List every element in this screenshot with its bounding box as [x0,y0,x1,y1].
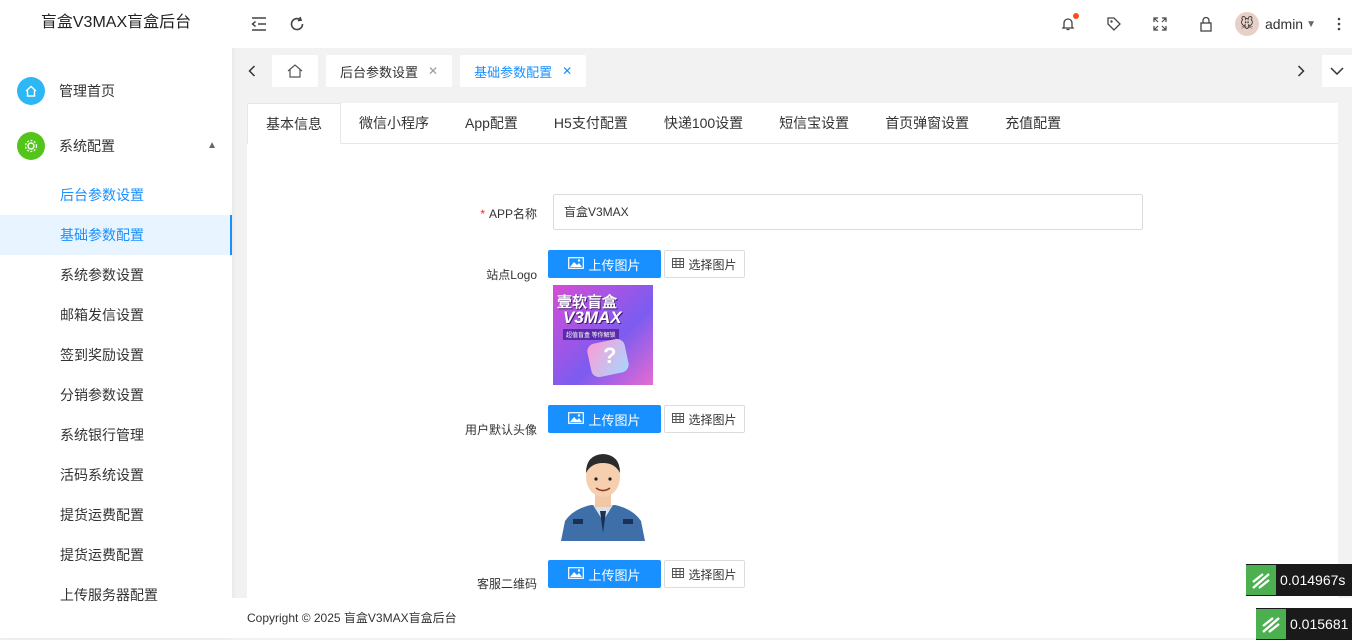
gear-icon [17,131,45,160]
tab-recharge[interactable]: 充值配置 [987,103,1079,143]
sidebar-item-bank-management[interactable]: 系统银行管理 [0,415,232,455]
debug-timer-2-value: 0.015681 [1290,616,1349,632]
fullscreen-icon[interactable] [1137,7,1183,41]
grid-icon [672,412,685,426]
grid-icon [672,567,685,581]
logo-label: 站点Logo [486,268,537,282]
user-menu[interactable]: 🐭 admin ▼ [1234,12,1316,36]
debug-timer-2: 0.015681 [1256,608,1352,640]
notification-dot [1072,13,1079,19]
app-title: 盲盒V3MAX盲盒后台 [40,14,192,31]
grid-icon [672,257,685,271]
upload-logo-button[interactable]: 上传图片 [548,250,661,278]
tab-app-config[interactable]: App配置 [447,103,536,143]
select-qr-button[interactable]: 选择图片 [664,560,745,588]
sidebar: 盲盒V3MAX盲盒后台 管理首页 系统配置 ▲ 后台参数设置 基础参数配置 系统… [0,0,232,638]
debug-logo-icon [1246,565,1276,595]
debug-timer-1-value: 0.014967s [1280,572,1346,588]
top-bar: 🐭 admin ▼ [232,0,1352,48]
sidebar-group-system-label: 系统配置 [59,137,115,154]
image-icon [568,566,585,582]
upload-qr-button[interactable]: 上传图片 [548,560,661,588]
default-avatar-label: 用户默认头像 [464,423,537,437]
sidebar-item-basic-params[interactable]: 基础参数配置 [0,215,232,255]
tab-basic-params-label: 基础参数配置 [474,64,553,80]
sidebar-item-distribution-params[interactable]: 分销参数设置 [0,375,232,415]
close-icon[interactable]: ✕ [428,64,438,78]
caret-down-icon: ▼ [1306,18,1316,30]
tab-kuaidi100[interactable]: 快递100设置 [646,103,761,143]
menu-collapse-icon[interactable] [242,7,276,41]
home-icon [17,76,45,105]
select-logo-button[interactable]: 选择图片 [664,250,745,278]
tab-wechat-miniprogram[interactable]: 微信小程序 [341,103,447,143]
app-name-input[interactable]: 盲盒V3MAX [553,194,1143,230]
upload-avatar-button[interactable]: 上传图片 [548,405,661,433]
tabs-next-icon[interactable] [1286,55,1316,87]
image-icon [568,256,585,272]
close-icon[interactable]: ✕ [562,64,572,78]
debug-timer-1: 0.014967s [1246,564,1352,596]
sidebar-item-backend-params[interactable]: 后台参数设置 [0,175,232,215]
tab-smsbao[interactable]: 短信宝设置 [761,103,867,143]
tab-backend-params-label: 后台参数设置 [340,64,419,80]
tabs-prev-icon[interactable] [232,55,272,87]
select-avatar-button[interactable]: 选择图片 [664,405,745,433]
settings-panel: 基本信息 微信小程序 App配置 H5支付配置 快递100设置 短信宝设置 首页… [247,103,1338,598]
tab-basic-info[interactable]: 基本信息 [247,103,341,144]
more-vertical-icon[interactable] [1326,7,1352,41]
user-name: admin [1264,16,1304,32]
tab-h5-payment[interactable]: H5支付配置 [536,103,646,143]
caret-up-icon: ▲ [207,140,217,151]
refresh-icon[interactable] [280,7,314,41]
footer: Copyright © 2025 盲盒V3MAX盲盒后台 [232,598,1352,638]
sidebar-item-upload-server[interactable]: 上传服务器配置 [0,575,232,615]
sidebar-item-home-label: 管理首页 [59,82,115,99]
tab-basic-params[interactable]: 基础参数配置 ✕ [460,55,587,87]
tab-home[interactable] [272,55,318,87]
lock-icon[interactable] [1183,7,1229,41]
image-icon [568,411,585,427]
logo-preview-image: 壹软盲盒 V3MAX 超值盲盒 等你解锁 ? [553,285,653,385]
tag-icon[interactable] [1091,7,1137,41]
tabs-dropdown-icon[interactable] [1322,55,1352,87]
notification-bell-icon[interactable] [1045,7,1091,41]
sidebar-item-home[interactable]: 管理首页 [0,63,232,118]
page-tabs-bar: 后台参数设置 ✕ 基础参数配置 ✕ [232,48,1352,94]
sidebar-item-livecode-settings[interactable]: 活码系统设置 [0,455,232,495]
sidebar-item-shipping-fee-2[interactable]: 提货运费配置 [0,535,232,575]
app-name-label: * APP名称 [480,207,537,221]
basic-info-form: * APP名称 盲盒V3MAX 站点Logo 上传图片 选择图片 壹软盲盒 V3M… [247,144,1338,591]
avatar: 🐭 [1234,12,1259,36]
service-qr-label: 客服二维码 [476,577,537,591]
sidebar-item-shipping-fee-1[interactable]: 提货运费配置 [0,495,232,535]
tab-backend-params[interactable]: 后台参数设置 ✕ [326,55,453,87]
sidebar-group-system[interactable]: 系统配置 ▲ [0,118,232,173]
debug-logo-icon [1256,609,1286,639]
default-avatar-image [553,441,653,541]
settings-tabs: 基本信息 微信小程序 App配置 H5支付配置 快递100设置 短信宝设置 首页… [247,103,1338,144]
tab-home-popup[interactable]: 首页弹窗设置 [867,103,987,143]
sidebar-item-signin-rewards[interactable]: 签到奖励设置 [0,335,232,375]
sidebar-item-system-params[interactable]: 系统参数设置 [0,255,232,295]
sidebar-item-mail-settings[interactable]: 邮箱发信设置 [0,295,232,335]
